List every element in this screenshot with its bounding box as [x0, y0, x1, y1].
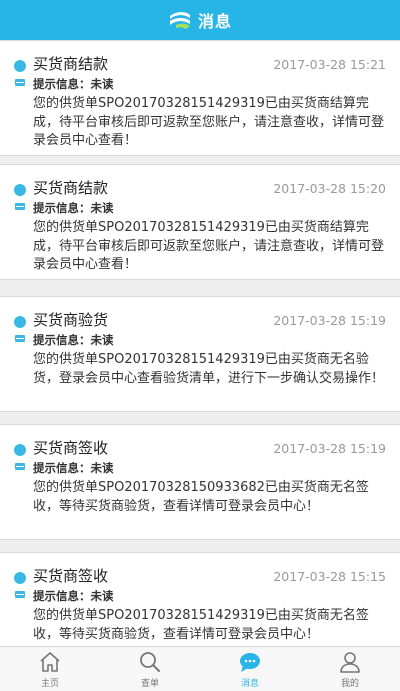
message-status: 提示信息：未读: [33, 77, 114, 91]
message-body: 您的供货单SPO20170328151429319已由买货商无名验货，登录会员中…: [33, 352, 385, 386]
message-time: 2017-03-28 15:19: [273, 441, 386, 456]
message-body: 您的供货单SPO20170328150933682已由买货商无名签收，等待买货商…: [33, 480, 369, 514]
message-card[interactable]: 买货商签收 2017-03-28 15:15 提示信息：未读 您的供货单SPO2…: [0, 552, 400, 646]
message-card[interactable]: 买货商结款 2017-03-28 15:20 提示信息：未读 您的供货单SPO2…: [0, 164, 400, 280]
message-body: 您的供货单SPO20170328151429319已由买货商结算完成，待平台审核…: [33, 220, 385, 272]
message-card[interactable]: 买货商结款 2017-03-28 15:21 提示信息：未读 您的供货单SPO2…: [0, 40, 400, 156]
unread-dot-icon: [14, 60, 26, 72]
tab-search[interactable]: 查单: [100, 647, 200, 691]
envelope-icon: [15, 203, 25, 210]
message-title: 买货商结款: [33, 55, 109, 73]
message-card[interactable]: 买货商签收 2017-03-28 15:19 提示信息：未读 您的供货单SPO2…: [0, 424, 400, 540]
tab-messages[interactable]: 消息: [200, 647, 300, 691]
message-card[interactable]: 买货商验货 2017-03-28 15:19 提示信息：未读 您的供货单SPO2…: [0, 296, 400, 412]
envelope-icon: [15, 463, 25, 470]
home-icon: [38, 650, 62, 674]
message-time: 2017-03-28 15:15: [273, 569, 386, 584]
chat-icon: [238, 650, 262, 674]
message-time: 2017-03-28 15:20: [273, 181, 386, 196]
user-icon: [338, 650, 362, 674]
tab-messages-label: 消息: [240, 679, 259, 689]
tab-home-label: 主页: [40, 679, 59, 689]
envelope-icon: [15, 79, 25, 86]
unread-dot-icon: [14, 184, 26, 196]
envelope-icon: [15, 591, 25, 598]
unread-dot-icon: [14, 572, 26, 584]
message-title: 买货商签收: [33, 439, 109, 457]
message-body: 您的供货单SPO20170328151429319已由买货商无名签收，等待买货商…: [33, 608, 369, 642]
search-icon: [138, 650, 162, 674]
message-status: 提示信息：未读: [33, 333, 114, 347]
page-title: 消息: [197, 12, 232, 31]
app-logo-icon: [168, 10, 192, 30]
message-status: 提示信息：未读: [33, 201, 114, 215]
top-header: 消息: [0, 0, 400, 40]
unread-dot-icon: [14, 444, 26, 456]
bottom-tab-bar: 主页 查单 消息 我的: [0, 646, 400, 691]
unread-dot-icon: [14, 316, 26, 328]
tab-profile-label: 我的: [340, 679, 359, 689]
message-time: 2017-03-28 15:19: [273, 313, 386, 328]
message-status: 提示信息：未读: [33, 461, 114, 475]
message-list[interactable]: 买货商结款 2017-03-28 15:21 提示信息：未读 您的供货单SPO2…: [0, 40, 400, 646]
tab-home[interactable]: 主页: [0, 647, 100, 691]
message-title: 买货商验货: [33, 311, 109, 329]
envelope-icon: [15, 335, 25, 342]
tab-profile[interactable]: 我的: [300, 647, 400, 691]
message-body: 您的供货单SPO20170328151429319已由买货商结算完成，待平台审核…: [33, 96, 385, 148]
tab-search-label: 查单: [140, 679, 159, 689]
message-title: 买货商结款: [33, 179, 109, 197]
message-status: 提示信息：未读: [33, 589, 114, 603]
message-title: 买货商签收: [33, 567, 109, 585]
message-time: 2017-03-28 15:21: [273, 57, 386, 72]
